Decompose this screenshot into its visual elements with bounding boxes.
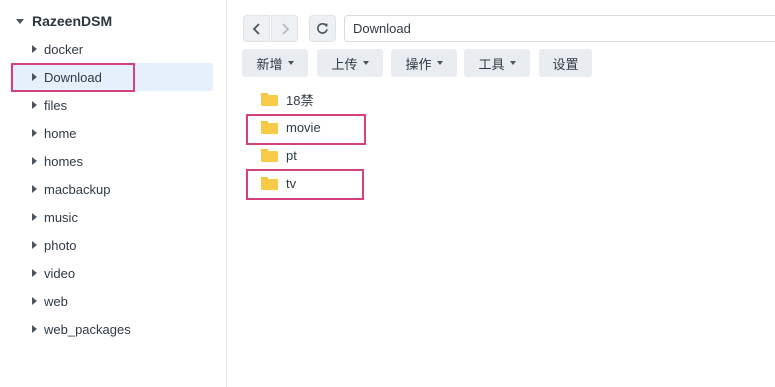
tree-item-web-packages[interactable]: web_packages <box>10 315 213 343</box>
folder-name: 18禁 <box>286 92 314 108</box>
tree-item-label: homes <box>44 153 84 169</box>
tree-item-homes[interactable]: homes <box>10 147 213 175</box>
settings-button-label: 设置 <box>552 56 579 72</box>
tree-item-label: web <box>44 293 68 309</box>
dropdown-arrow-icon <box>436 61 443 65</box>
caret-right-icon[interactable] <box>32 185 37 193</box>
folder-name: tv <box>286 175 297 191</box>
tree-item-label: music <box>44 209 78 225</box>
tree-item-label: home <box>44 125 77 141</box>
caret-right-icon[interactable] <box>32 213 37 221</box>
tree-item-video[interactable]: video <box>10 259 213 287</box>
caret-right-icon[interactable] <box>32 73 37 81</box>
chevron-left-icon <box>252 22 260 35</box>
tools-button[interactable]: 工具 <box>464 49 530 77</box>
tree-item-photo[interactable]: photo <box>10 231 213 259</box>
caret-right-icon[interactable] <box>32 325 37 333</box>
path-input[interactable]: Download <box>344 15 775 42</box>
refresh-button[interactable] <box>309 15 336 42</box>
folder-name: movie <box>286 119 321 135</box>
folder-icon <box>261 148 278 162</box>
tools-button-label: 工具 <box>478 56 505 72</box>
create-button-label: 新增 <box>256 56 283 72</box>
dropdown-arrow-icon <box>509 61 516 65</box>
tree-item-download[interactable]: Download <box>10 63 213 91</box>
dropdown-arrow-icon <box>362 61 369 65</box>
folder-row[interactable]: 18禁 <box>261 89 313 109</box>
tree-root-razeendsm[interactable]: RazeenDSM <box>12 12 112 30</box>
refresh-icon <box>317 23 328 34</box>
caret-right-icon[interactable] <box>32 45 37 53</box>
tree-item-home[interactable]: home <box>10 119 213 147</box>
folder-row[interactable]: movie <box>261 117 321 137</box>
folder-row[interactable]: tv <box>261 173 296 193</box>
folder-icon <box>261 92 278 106</box>
caret-right-icon[interactable] <box>32 241 37 249</box>
caret-right-icon[interactable] <box>32 297 37 305</box>
tree-item-macbackup[interactable]: macbackup <box>10 175 213 203</box>
settings-button[interactable]: 设置 <box>539 49 592 77</box>
tree-item-music[interactable]: music <box>10 203 213 231</box>
tree-item-label: web_packages <box>44 321 131 337</box>
chevron-right-icon <box>281 22 289 35</box>
tree-item-label: docker <box>44 41 84 57</box>
upload-button[interactable]: 上传 <box>317 49 383 77</box>
caret-right-icon[interactable] <box>32 157 37 165</box>
tree-item-label: files <box>44 97 68 113</box>
tree-item-label: video <box>44 265 76 281</box>
action-button[interactable]: 操作 <box>391 49 457 77</box>
dropdown-arrow-icon <box>287 61 294 65</box>
folder-row[interactable]: pt <box>261 145 297 165</box>
folder-tree-sidebar: RazeenDSM docker Download files home hom… <box>0 0 227 387</box>
folder-name: pt <box>286 147 297 163</box>
tree-item-files[interactable]: files <box>10 91 213 119</box>
create-button[interactable]: 新增 <box>242 49 308 77</box>
tree-item-web[interactable]: web <box>10 287 213 315</box>
tree-item-label: photo <box>44 237 77 253</box>
caret-down-icon[interactable] <box>16 18 24 24</box>
caret-right-icon[interactable] <box>32 101 37 109</box>
folder-icon <box>261 176 278 190</box>
tree-item-docker[interactable]: docker <box>10 35 213 63</box>
folder-icon <box>261 120 278 134</box>
action-button-label: 操作 <box>405 56 432 72</box>
caret-right-icon[interactable] <box>32 269 37 277</box>
forward-button[interactable] <box>271 15 298 42</box>
back-button[interactable] <box>243 15 270 42</box>
upload-button-label: 上传 <box>331 56 358 72</box>
caret-right-icon[interactable] <box>32 129 37 137</box>
tree-item-label: macbackup <box>44 181 111 197</box>
tree-item-label: Download <box>44 69 102 85</box>
tree-root-label: RazeenDSM <box>32 13 113 29</box>
